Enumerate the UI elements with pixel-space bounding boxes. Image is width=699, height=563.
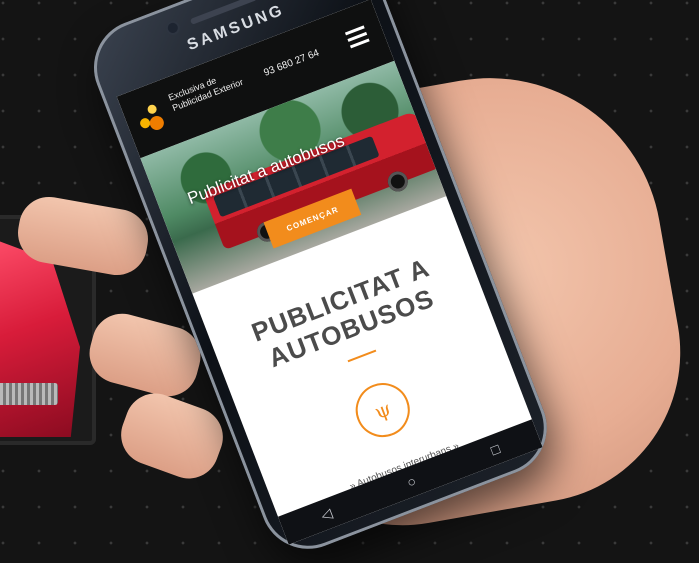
logo-text[interactable]: Exclusiva de Publicidad Exterior <box>167 64 251 114</box>
back-icon[interactable]: ◁ <box>318 504 334 524</box>
hamburger-icon[interactable] <box>344 25 371 52</box>
home-icon[interactable]: ○ <box>405 473 419 491</box>
car-grille <box>0 383 58 405</box>
scene: SAMSUNG Exclusiva de Publicidad Exterior… <box>0 0 699 563</box>
title-divider <box>347 349 377 363</box>
page-title: PUBLICITAT A AUTOBUSOS <box>247 252 439 374</box>
recent-apps-icon[interactable]: □ <box>488 440 502 458</box>
sensor-icon <box>166 21 180 35</box>
hand-finger-ring <box>112 385 232 487</box>
phone-number[interactable]: 93 680 27 64 <box>262 48 320 79</box>
pin-icon[interactable]: ψ <box>347 375 418 445</box>
bus-wheel <box>384 168 411 195</box>
